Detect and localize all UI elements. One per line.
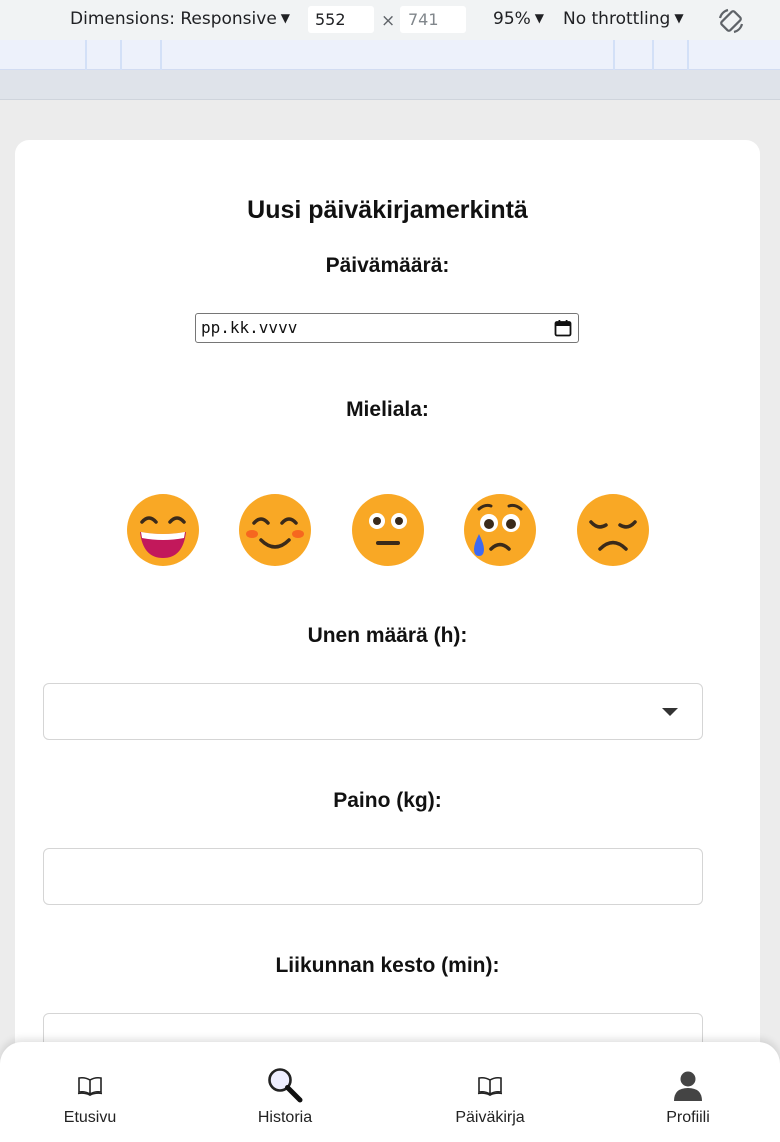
zoom-label: 95%	[493, 9, 531, 29]
height-input[interactable]: 741	[400, 6, 466, 33]
nav-label-profiili: Profiili	[666, 1109, 710, 1126]
nav-label-etusivu: Etusivu	[63, 1109, 117, 1126]
media-query-ruler	[0, 40, 780, 70]
mood-selector	[125, 492, 655, 568]
page-title: Uusi päiväkirjamerkintä	[247, 196, 528, 224]
sleep-label: Unen määrä (h):	[307, 624, 468, 647]
user-icon	[674, 1071, 702, 1101]
width-input[interactable]: 552	[308, 6, 374, 33]
grinning-face-icon[interactable]	[125, 492, 201, 568]
devtools-toolbar: Dimensions: Responsive ▼ 552 × 741 95% ▼ N…	[0, 0, 780, 40]
diary-entry-card: Uusi päiväkirjamerkintä Päivämäärä: pp.k…	[15, 140, 760, 1142]
nav-label-paivakirja: Päiväkirja	[455, 1109, 525, 1126]
caret-down-icon: ▼	[534, 11, 545, 25]
mood-label: Mieliala:	[346, 398, 429, 421]
throttling-label: No throttling	[563, 9, 671, 29]
date-label: Päivämäärä:	[325, 254, 450, 277]
calendar-icon[interactable]	[554, 319, 572, 337]
nav-item-historia[interactable]: Historia	[205, 1042, 365, 1142]
zoom-dropdown[interactable]: 95% ▼	[493, 9, 544, 29]
throttling-dropdown[interactable]: No throttling ▼	[563, 9, 684, 29]
weight-input[interactable]	[43, 848, 703, 905]
book-icon	[477, 1076, 503, 1096]
bottom-navigation: Etusivu Historia Päiväkirja Profiili	[0, 1042, 780, 1142]
magnifier-icon	[268, 1068, 303, 1103]
weight-label: Paino (kg):	[333, 789, 442, 812]
rotate-icon[interactable]	[716, 6, 746, 36]
dimensions-label: Dimensions: Responsive	[70, 9, 277, 29]
neutral-face-icon[interactable]	[350, 492, 426, 568]
caret-down-icon: ▼	[674, 11, 684, 25]
nav-item-profiili[interactable]: Profiili	[608, 1042, 768, 1142]
date-input[interactable]: pp.kk.vvvv	[195, 313, 579, 343]
nav-item-paivakirja[interactable]: Päiväkirja	[410, 1042, 570, 1142]
exercise-label: Liikunnan kesto (min):	[275, 954, 500, 977]
date-placeholder: pp.kk.vvvv	[201, 318, 298, 337]
book-icon	[77, 1076, 103, 1096]
nav-label-historia: Historia	[257, 1109, 313, 1126]
chevron-down-icon	[662, 708, 678, 716]
smiling-face-icon[interactable]	[237, 492, 313, 568]
times-sign: ×	[381, 11, 396, 31]
crying-face-icon[interactable]	[462, 492, 538, 568]
sleep-select[interactable]	[43, 683, 703, 740]
dimensions-dropdown[interactable]: Dimensions: Responsive ▼	[70, 9, 290, 29]
sad-face-icon[interactable]	[575, 492, 651, 568]
nav-item-etusivu[interactable]: Etusivu	[10, 1042, 170, 1142]
device-frame-header	[0, 70, 780, 100]
caret-down-icon: ▼	[280, 11, 291, 25]
